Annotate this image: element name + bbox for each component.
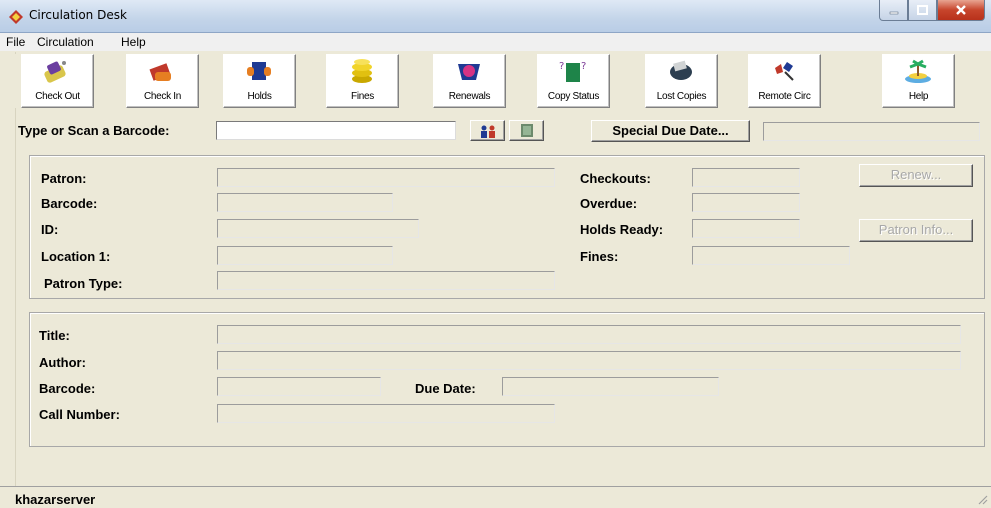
copy-status-label: Copy Status xyxy=(547,91,600,102)
lost-copies-icon xyxy=(670,60,692,80)
people-icon xyxy=(480,125,495,138)
location-field xyxy=(217,246,393,265)
copy-status-button[interactable]: ? ? Copy Status xyxy=(537,54,610,108)
due-date-label: Due Date: xyxy=(415,381,476,396)
server-name: khazarserver xyxy=(15,492,96,507)
copy-status-icon: ? ? xyxy=(559,61,586,82)
patron-barcode-label: Barcode: xyxy=(41,196,98,211)
remote-circ-label: Remote Circ xyxy=(758,91,811,102)
patron-type-field xyxy=(217,271,555,290)
renew-button[interactable]: Renew... xyxy=(859,164,973,187)
title-bar: Circulation Desk xyxy=(0,0,991,33)
author-field xyxy=(217,351,961,370)
patron-id-field xyxy=(217,219,419,238)
lost-copies-button[interactable]: Lost Copies xyxy=(645,54,718,108)
check-out-icon xyxy=(44,61,66,83)
close-icon xyxy=(956,5,966,15)
special-due-date-button[interactable]: Special Due Date... xyxy=(591,120,750,142)
remote-circ-button[interactable]: Remote Circ xyxy=(748,54,821,108)
holds-ready-field xyxy=(692,219,800,238)
close-button[interactable] xyxy=(937,0,985,21)
fines-label: Fines: xyxy=(580,249,619,264)
holds-icon xyxy=(247,62,271,80)
patron-search-button[interactable] xyxy=(470,120,505,141)
scan-barcode-input[interactable] xyxy=(216,121,456,140)
book-icon xyxy=(520,124,533,137)
toolbar: Check Out Check In Holds Fines Renewals … xyxy=(15,54,981,108)
author-label: Author: xyxy=(39,355,86,370)
status-bar: khazarserver xyxy=(0,486,991,508)
left-gutter xyxy=(0,52,16,486)
menu-bar: File Circulation Help xyxy=(0,33,991,51)
holds-label: Holds xyxy=(247,91,272,102)
patron-id-label: ID: xyxy=(41,222,59,237)
fines-button[interactable]: Fines xyxy=(326,54,399,108)
window-controls xyxy=(879,0,985,22)
svg-text:?: ? xyxy=(581,61,586,72)
call-number-field xyxy=(217,404,555,423)
minimize-button[interactable] xyxy=(879,0,908,21)
check-out-button[interactable]: Check Out xyxy=(21,54,94,108)
fines-label: Fines xyxy=(351,91,374,102)
remote-circ-icon xyxy=(775,62,794,81)
check-in-icon xyxy=(149,63,171,81)
title-label: Title: xyxy=(39,328,70,343)
renewals-button[interactable]: Renewals xyxy=(433,54,506,108)
circulation-desk-window: Circulation Desk File Circulation Help C… xyxy=(0,0,991,508)
check-in-label: Check In xyxy=(143,91,182,102)
check-out-label: Check Out xyxy=(35,91,80,102)
fines-icon xyxy=(352,59,372,83)
holds-button[interactable]: Holds xyxy=(223,54,296,108)
patron-field xyxy=(217,168,555,187)
maximize-icon xyxy=(917,5,928,15)
help-button[interactable]: Help xyxy=(882,54,955,108)
renewals-label: Renewals xyxy=(448,91,491,102)
window-title: Circulation Desk xyxy=(29,8,127,22)
checkouts-label: Checkouts: xyxy=(580,171,651,186)
scan-barcode-label: Type or Scan a Barcode: xyxy=(18,123,170,138)
call-number-label: Call Number: xyxy=(39,407,120,422)
patron-label: Patron: xyxy=(41,171,87,186)
help-label: Help xyxy=(908,91,929,102)
patron-info-button[interactable]: Patron Info... xyxy=(859,219,973,242)
app-diamond-icon xyxy=(9,10,23,24)
patron-type-label: Patron Type: xyxy=(44,276,123,291)
lost-copies-label: Lost Copies xyxy=(656,91,707,102)
menu-help[interactable]: Help xyxy=(121,35,146,49)
patron-barcode-field xyxy=(217,193,393,212)
checkouts-field xyxy=(692,168,800,187)
help-icon xyxy=(905,59,931,83)
maximize-button[interactable] xyxy=(908,0,937,21)
check-in-button[interactable]: Check In xyxy=(126,54,199,108)
fines-field xyxy=(692,246,850,265)
due-date-field xyxy=(502,377,719,396)
resize-grip-icon[interactable] xyxy=(976,493,988,505)
location-label: Location 1: xyxy=(41,249,111,264)
menu-file[interactable]: File xyxy=(6,35,25,49)
overdue-field xyxy=(692,193,800,212)
item-search-button[interactable] xyxy=(509,120,544,141)
item-barcode-label: Barcode: xyxy=(39,381,96,396)
menu-circulation[interactable]: Circulation xyxy=(37,35,94,49)
special-due-date-field xyxy=(763,122,980,141)
overdue-label: Overdue: xyxy=(580,196,638,211)
svg-text:?: ? xyxy=(559,61,564,72)
renewals-icon xyxy=(458,64,480,80)
item-barcode-field xyxy=(217,377,381,396)
holds-ready-label: Holds Ready: xyxy=(580,222,664,237)
minimize-icon xyxy=(889,11,898,15)
title-field xyxy=(217,325,961,344)
